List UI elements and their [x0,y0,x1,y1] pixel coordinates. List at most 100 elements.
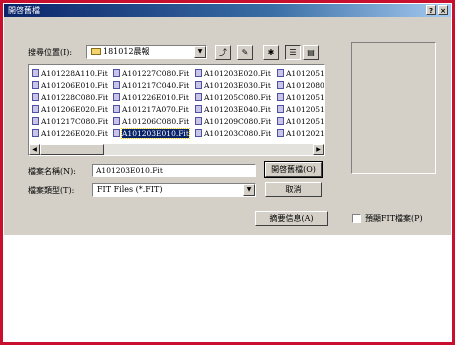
file-name-label: A101203E040.Fit [204,105,271,114]
look-in-value: 181012晨報 [103,47,150,56]
file-list-item[interactable]: A101203E020.Fit [195,68,271,79]
file-name-label: A101217A070.Fit [122,105,189,114]
cancel-button[interactable]: 取消 [265,182,322,197]
file-list-item[interactable]: A101203C080.Fit [195,128,271,139]
preview-pane [351,42,436,174]
app-frame: 開啓舊檔 ? × 搜尋位置(I): 181012晨報 ▼ ⤴ ✎ ✱ ☰ ▤ A… [0,0,455,345]
fit-file-icon [113,129,120,137]
file-list-item[interactable]: A101209C080.Fit [195,116,271,127]
file-list-item[interactable]: A101217A070.Fit [113,104,189,115]
chevron-down-icon[interactable]: ▼ [243,184,255,196]
preview-checkbox[interactable] [352,214,361,223]
file-name-label: A1012051 [286,105,325,114]
refresh-button[interactable]: ✎ [237,45,253,60]
folder-up-button[interactable]: ⤴ [215,45,231,60]
file-name-label: A101206C080.Fit [122,117,190,126]
file-name-label: A101206E020.Fit [41,105,108,114]
file-list-item[interactable]: A101206C080.Fit [113,116,189,127]
filetype-combo[interactable]: FIT Files (*.FIT) ▼ [92,183,256,197]
scroll-right-icon[interactable]: ▶ [313,144,324,155]
file-name-label: A101209C080.Fit [204,117,272,126]
filetype-value: FIT Files (*.FIT) [97,185,163,194]
open-button[interactable]: 開啓舊檔(O) [264,161,323,178]
file-list-item[interactable]: A101206E020.Fit [32,104,108,115]
help-button[interactable]: ? [426,5,436,15]
fit-file-icon [195,69,202,77]
title-bar: 開啓舊檔 ? × [4,4,451,17]
file-list-item[interactable]: A1012051 [277,104,325,115]
fit-file-icon [113,105,120,113]
file-name-label: A1012080 [286,81,325,90]
look-in-combo[interactable]: 181012晨報 ▼ [86,45,207,59]
look-in-label: 搜尋位置(I): [28,48,73,57]
file-name-label: A101228A110.Fit [41,69,108,78]
file-list-item[interactable]: A101203E010.Fit [113,128,190,139]
file-name-label: A1012051 [286,117,325,126]
file-list-item[interactable]: A1012051 [277,68,325,79]
file-list-item[interactable]: A101217C080.Fit [32,116,108,127]
file-name-label: A101203E010.Fit [121,128,190,139]
preview-checkbox-label: 預顯FIT檔案(P) [365,214,423,223]
file-list[interactable]: A101228A110.Fit A101206E010.Fit A101228C08… [28,64,325,156]
file-list-item[interactable]: A101217C040.Fit [113,80,189,91]
fit-file-icon [195,93,202,101]
fit-file-icon [32,69,39,77]
file-list-item[interactable]: A101228A110.Fit [32,68,108,79]
filename-label: 檔案名稱(N): [28,167,76,176]
close-button[interactable]: × [438,5,448,15]
file-list-item[interactable]: A1012051 [277,116,325,127]
window-title: 開啓舊檔 [8,6,40,15]
chevron-down-icon[interactable]: ▼ [194,46,206,58]
file-list-item[interactable]: A1012080 [277,80,325,91]
new-folder-icon: ✱ [267,48,275,57]
file-list-item[interactable]: A101205C080.Fit [195,92,271,103]
file-list-item[interactable]: A101227C080.Fit [113,68,189,79]
fit-file-icon [113,81,120,89]
fit-file-icon [195,129,202,137]
fit-file-icon [113,69,120,77]
fit-file-icon [277,105,284,113]
filetype-label: 檔案類型(T): [28,186,75,195]
file-name-label: A101228C080.Fit [41,93,109,102]
file-list-item[interactable]: A1012051 [277,92,325,103]
file-name-label: A101226E010.Fit [122,93,189,102]
file-list-item[interactable]: A101203E040.Fit [195,104,271,115]
file-list-item[interactable]: A1012021 [277,128,324,139]
open-file-dialog: 搜尋位置(I): 181012晨報 ▼ ⤴ ✎ ✱ ☰ ▤ A101228A11… [4,17,451,235]
file-name-label: A101203E020.Fit [204,69,271,78]
fit-file-icon [32,105,39,113]
fit-file-icon [277,129,284,137]
scroll-thumb[interactable] [40,144,104,155]
list-view-button[interactable]: ☰ [285,45,301,60]
file-list-item[interactable]: A101226E010.Fit [113,92,189,103]
file-name-label: A101206E010.Fit [41,81,108,90]
new-folder-button[interactable]: ✱ [263,45,279,60]
file-list-item[interactable]: A101203E030.Fit [195,80,271,91]
file-name-label: A1012051 [286,69,325,78]
file-list-item[interactable]: A101228C080.Fit [32,92,108,103]
fit-file-icon [277,117,284,125]
file-list-item[interactable]: A101226E020.Fit [32,128,108,139]
horizontal-scrollbar[interactable]: ◀ ▶ [29,144,324,155]
folder-icon [91,48,101,55]
scroll-left-icon[interactable]: ◀ [29,144,40,155]
filename-field[interactable]: A101203E010.Fit [92,164,256,177]
file-name-label: A101226E020.Fit [41,129,108,138]
file-name-label: A101203E030.Fit [204,81,271,90]
details-view-button[interactable]: ▤ [303,45,319,60]
refresh-icon: ✎ [241,48,249,57]
file-list-item[interactable]: A101206E010.Fit [32,80,108,91]
file-name-label: A101217C040.Fit [122,81,190,90]
fit-file-icon [32,81,39,89]
fit-file-icon [32,117,39,125]
file-name-label: A101217C080.Fit [41,117,109,126]
list-view-icon: ☰ [289,48,297,57]
summary-info-button[interactable]: 摘要信息(A) [255,211,328,226]
file-name-label: A101203C080.Fit [204,129,272,138]
fit-file-icon [195,81,202,89]
fit-file-icon [113,93,120,101]
fit-file-icon [277,81,284,89]
folder-up-icon: ⤴ [219,48,227,57]
fit-file-icon [195,117,202,125]
file-name-label: A1012051 [286,93,325,102]
